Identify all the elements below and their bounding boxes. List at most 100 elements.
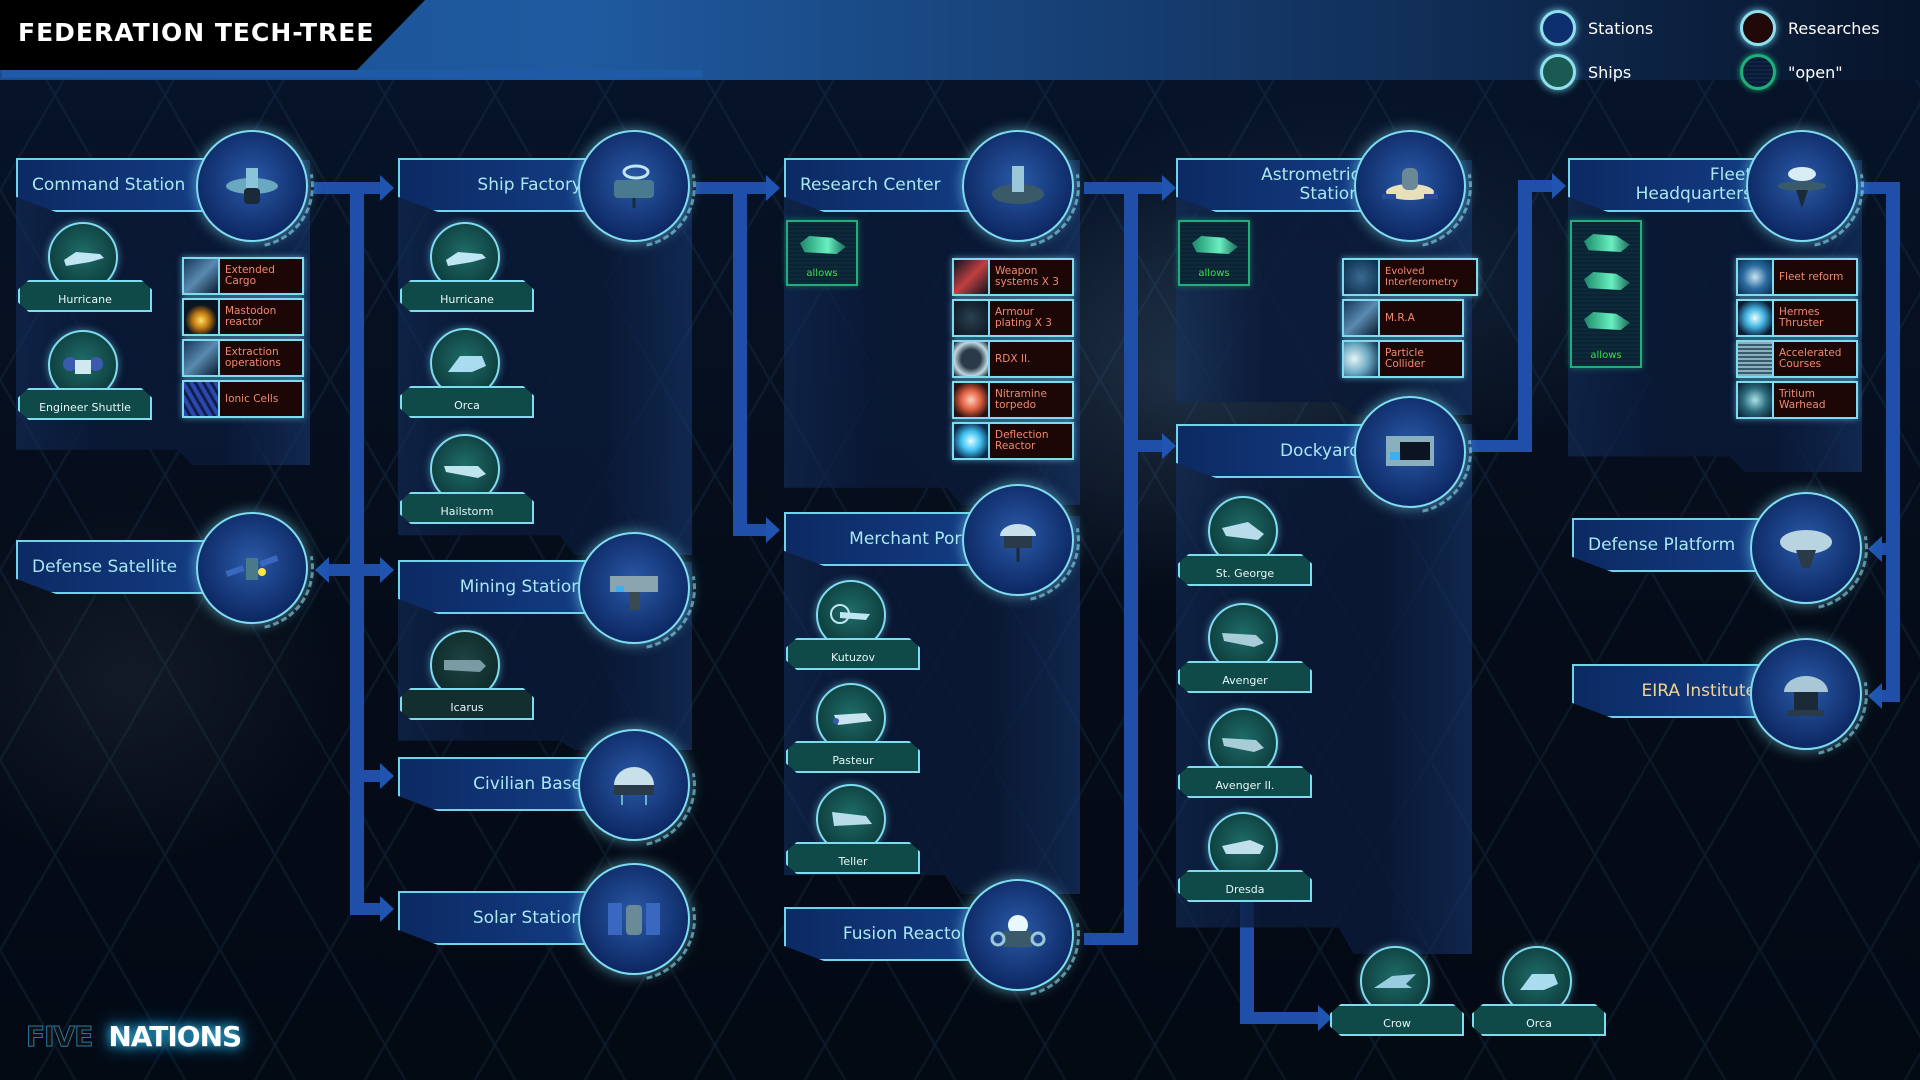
ship-factory-icon[interactable] <box>578 130 690 242</box>
ship-name: Avenger <box>1178 661 1312 693</box>
research-item[interactable]: Fleet reform <box>1736 258 1858 296</box>
defense-platform-icon[interactable] <box>1750 492 1862 604</box>
eira-institute-header[interactable]: EIRA Institute <box>1572 664 1772 718</box>
teller-ship-icon <box>832 812 872 826</box>
research-item[interactable]: Deflection Reactor <box>952 422 1074 460</box>
research-item[interactable]: Hermes Thruster <box>1736 299 1858 337</box>
research-name: Accelerated Courses <box>1779 347 1842 370</box>
rdx-icon <box>954 342 990 376</box>
research-item[interactable]: M.R.A <box>1342 299 1464 337</box>
connector <box>1084 182 1162 194</box>
station-icon <box>1780 530 1832 568</box>
defense-satellite-icon[interactable] <box>196 512 308 624</box>
research-item[interactable]: Armour plating X 3 <box>952 299 1074 337</box>
allows-label: allows <box>1198 268 1230 279</box>
research-item[interactable]: Extraction operations <box>182 339 304 377</box>
ships-swatch-icon <box>1540 54 1576 90</box>
hurricane-ship-icon <box>446 252 486 266</box>
ship-name: Pasteur <box>786 741 920 773</box>
station-name: Fusion Reactor <box>842 923 968 944</box>
connector <box>1518 180 1554 192</box>
research-center-icon[interactable] <box>962 130 1074 242</box>
station-icon <box>610 576 658 610</box>
station-name: Merchant Port <box>849 528 968 549</box>
merchant-port-icon[interactable] <box>962 484 1074 596</box>
station-icon <box>614 164 654 208</box>
allows-unlock-box[interactable]: allows <box>1570 220 1642 368</box>
orca-ship-icon <box>1520 974 1558 990</box>
dockyard-header[interactable]: Dockyard <box>1176 424 1376 478</box>
civilian-base-header[interactable]: Civilian Base <box>398 757 598 811</box>
connector <box>1084 933 1138 945</box>
fleet-headquarters-header[interactable]: Fleet Headquarters <box>1568 158 1768 212</box>
research-name: Hermes Thruster <box>1779 306 1824 329</box>
hurricane-ship-icon <box>64 252 104 266</box>
command-station-icon[interactable] <box>196 130 308 242</box>
solar-panel-icon <box>608 903 660 935</box>
mining-station-icon[interactable] <box>578 532 690 644</box>
ship-name: Avenger II. <box>1178 766 1312 798</box>
ship-name: Teller <box>786 842 920 874</box>
ship-factory-header[interactable]: Ship Factory <box>398 158 598 212</box>
unlocked-ship-icon <box>1584 272 1630 290</box>
research-item[interactable]: Particle Collider <box>1342 340 1464 378</box>
station-name: Dockyard <box>1279 440 1360 461</box>
allows-unlock-box[interactable]: allows <box>1178 220 1250 286</box>
extended-cargo-icon <box>184 259 220 293</box>
ship-name: Orca <box>400 386 534 418</box>
tritium-warhead-icon <box>1738 383 1774 417</box>
eira-institute-icon[interactable] <box>1750 638 1862 750</box>
connector <box>733 524 766 536</box>
unlocked-ship-icon <box>1192 236 1238 254</box>
station-icon <box>1784 676 1828 716</box>
research-item[interactable]: Extended Cargo <box>182 257 304 295</box>
allows-unlock-box[interactable]: allows <box>786 220 858 286</box>
unlocked-ship-icon <box>1584 234 1630 252</box>
astrometric-station-header[interactable]: Astrometric Station <box>1176 158 1376 212</box>
research-item[interactable]: Accelerated Courses <box>1736 340 1858 378</box>
station-name: EIRA Institute <box>1641 680 1756 701</box>
solar-station-icon[interactable] <box>578 863 690 975</box>
station-icon <box>1382 168 1438 200</box>
connector-trunk <box>733 182 747 536</box>
research-item[interactable]: Evolved Interferometry <box>1342 258 1478 296</box>
mining-station-header[interactable]: Mining Station <box>398 560 598 614</box>
research-item[interactable]: RDX II. <box>952 340 1074 378</box>
fusion-reactor-icon[interactable] <box>962 879 1074 991</box>
station-icon <box>1778 167 1826 208</box>
defense-platform-header[interactable]: Defense Platform <box>1572 518 1772 572</box>
dockyard-icon[interactable] <box>1354 396 1466 508</box>
merchant-port-header[interactable]: Merchant Port <box>784 512 984 566</box>
fleet-headquarters-icon[interactable] <box>1746 130 1858 242</box>
unlocked-ship-icon <box>800 236 846 254</box>
research-item[interactable]: Weapon systems X 3 <box>952 258 1074 296</box>
fusion-reactor-header[interactable]: Fusion Reactor <box>784 907 984 961</box>
st-george-ship-icon <box>1222 522 1264 540</box>
legend-label: Researches <box>1788 18 1880 38</box>
page-title: FEDERATION TECH-TREE <box>18 18 375 47</box>
arrow-right-icon <box>380 557 394 583</box>
connector <box>350 770 380 782</box>
research-center-header[interactable]: Research Center <box>784 158 984 212</box>
legend-ships: Ships <box>1540 54 1631 90</box>
astrometric-station-icon[interactable] <box>1354 130 1466 242</box>
ship-name: Dresda <box>1178 870 1312 902</box>
connector-trunk <box>1124 182 1138 945</box>
avenger-ii-ship-icon <box>1222 738 1264 752</box>
research-item[interactable]: Nitramine torpedo <box>952 381 1074 419</box>
arrow-left-icon <box>1868 683 1882 709</box>
station-icon <box>1000 524 1036 562</box>
station-name: Fleet Headquarters <box>1636 166 1752 204</box>
research-item[interactable]: Mastodon reactor <box>182 298 304 336</box>
civilian-base-icon[interactable] <box>578 729 690 841</box>
station-name: Research Center <box>800 175 941 195</box>
connector <box>314 182 380 194</box>
defense-satellite-header[interactable]: Defense Satellite <box>16 540 216 594</box>
solar-station-header[interactable]: Solar Station <box>398 891 598 945</box>
connector <box>1880 543 1900 555</box>
command-station-header[interactable]: Command Station <box>16 158 216 212</box>
ship-name: Hurricane <box>18 280 152 312</box>
research-item[interactable]: Tritium Warhead <box>1736 381 1858 419</box>
research-item[interactable]: Ionic Cells <box>182 380 304 418</box>
arrow-right-icon <box>1162 433 1176 459</box>
